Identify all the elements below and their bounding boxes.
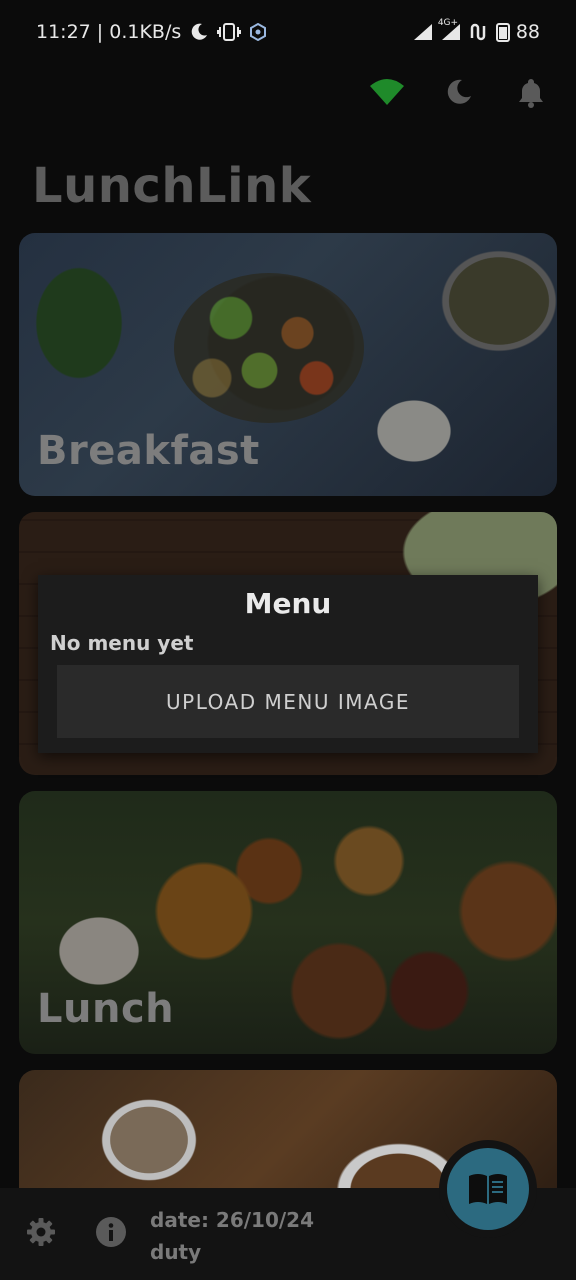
app-title: LunchLink: [32, 158, 312, 214]
network-type: 4G+: [437, 18, 459, 28]
status-bar: 11:27 | 0.1KB/s 4G+ 88: [0, 0, 576, 64]
info-icon[interactable]: [91, 1212, 131, 1252]
dark-mode-icon[interactable]: [438, 72, 480, 112]
bottom-info: date: 26/10/24 duty: [150, 1204, 314, 1268]
breakfast-label: Breakfast: [37, 428, 260, 474]
menu-dialog: Menu No menu yet UPLOAD MENU IMAGE: [38, 575, 538, 753]
menu-status: No menu yet: [50, 631, 194, 655]
menu-title: Menu: [244, 587, 332, 620]
vpn-icon: [249, 23, 267, 41]
menu-book-icon: [467, 1172, 509, 1206]
breakfast-card[interactable]: Breakfast: [19, 233, 557, 496]
status-time: 11:27 | 0.1KB/s: [36, 21, 182, 43]
duty-text: duty: [150, 1240, 202, 1264]
notifications-icon[interactable]: [510, 72, 552, 112]
nfc-icon: [468, 22, 490, 42]
battery-level: 88: [515, 21, 540, 43]
moon-icon: [189, 22, 209, 42]
wifi-icon[interactable]: [366, 72, 408, 112]
date-text: date: 26/10/24: [150, 1208, 315, 1232]
signal-4g-icon: 4G+: [438, 18, 462, 42]
lunch-label: Lunch: [37, 986, 175, 1032]
battery-icon: [495, 22, 510, 42]
settings-icon[interactable]: [21, 1212, 61, 1252]
signal-icon: [412, 22, 434, 42]
upload-menu-image-button[interactable]: UPLOAD MENU IMAGE: [57, 665, 519, 738]
vibrate-icon: [217, 22, 242, 42]
menu-book-fab[interactable]: [447, 1148, 529, 1230]
top-actions: [366, 72, 552, 112]
lunch-card[interactable]: Lunch: [19, 791, 557, 1054]
